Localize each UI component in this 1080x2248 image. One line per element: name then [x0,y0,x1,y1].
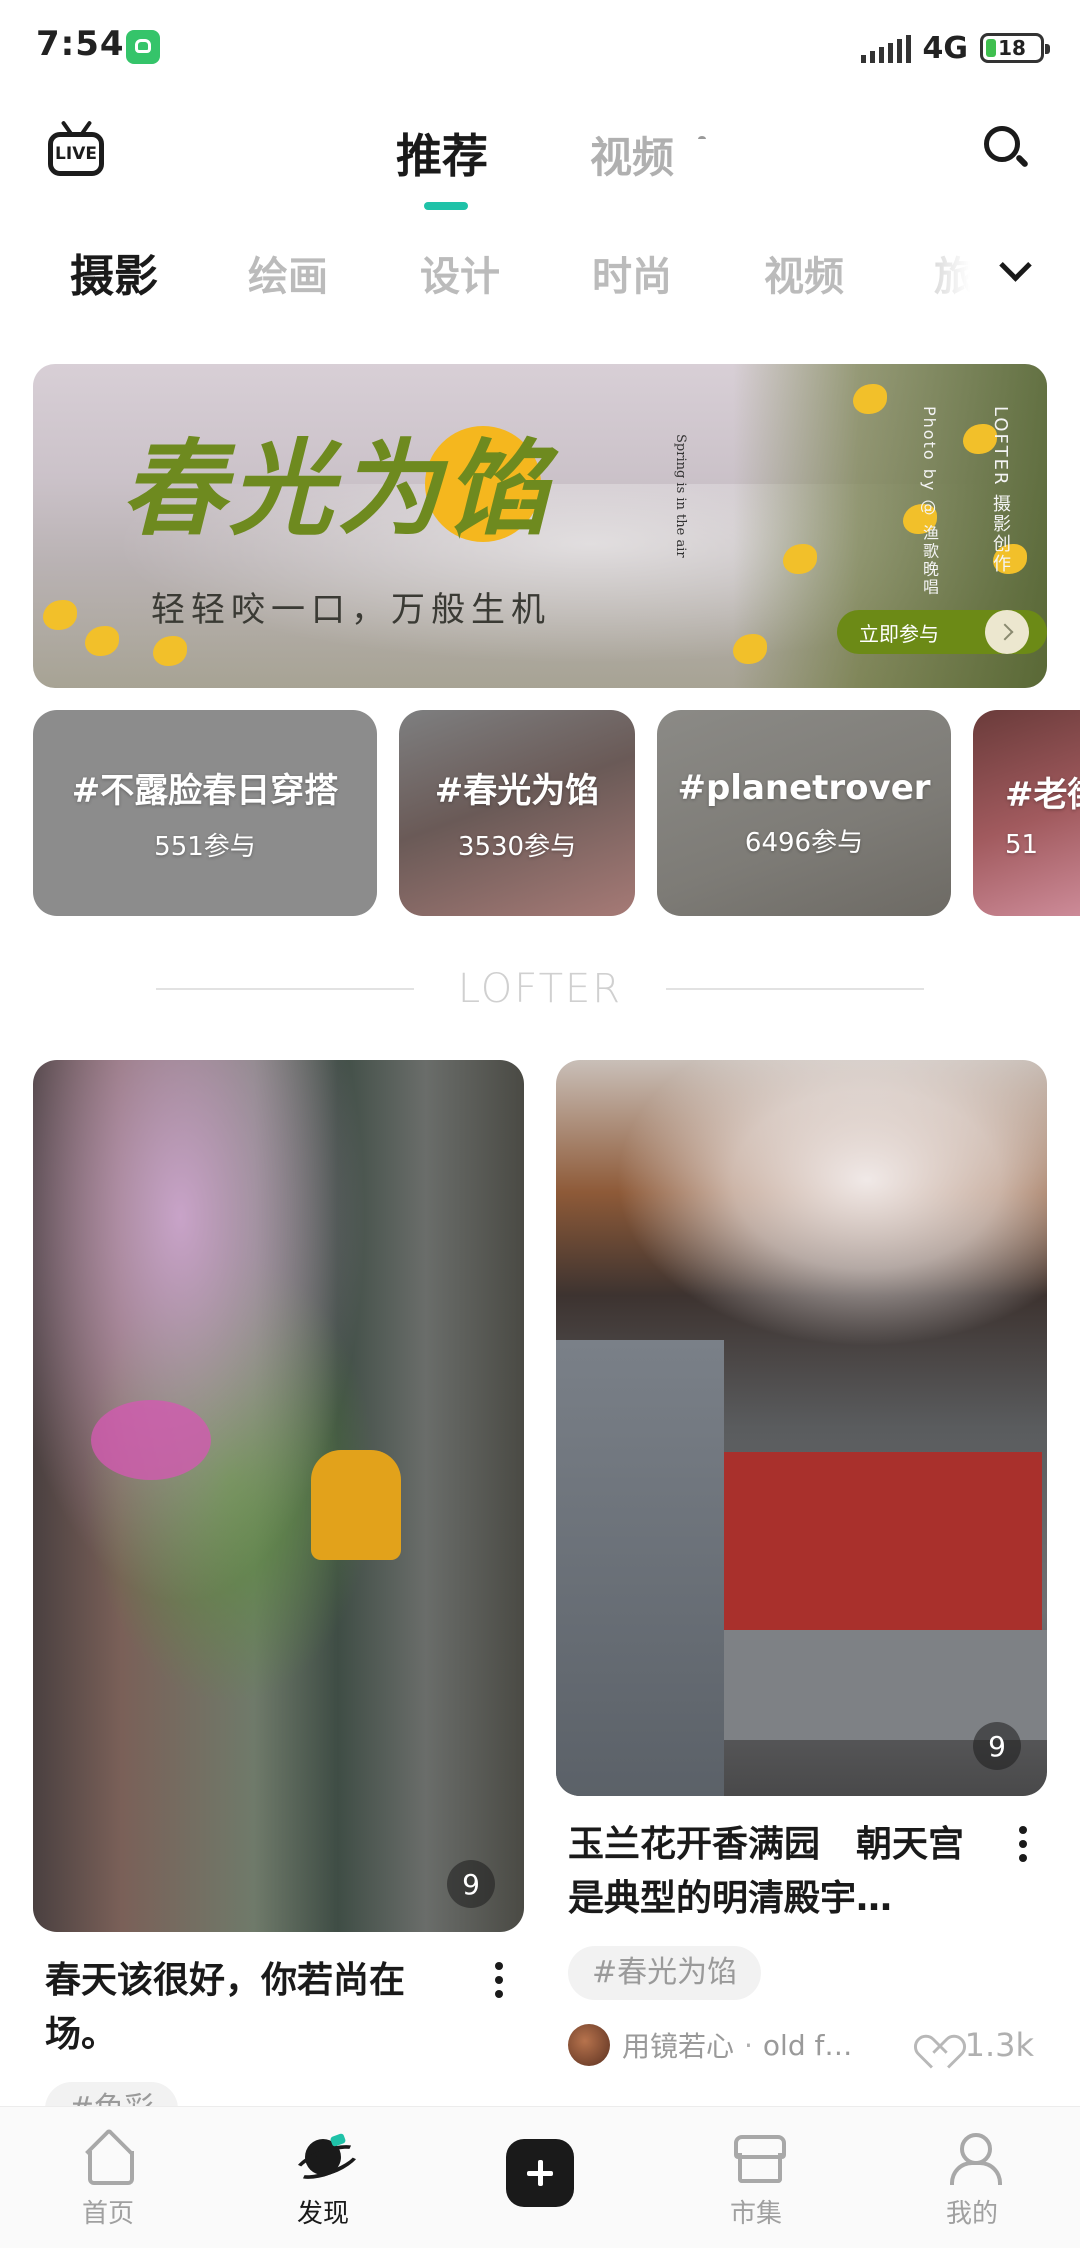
post-image[interactable] [556,1060,1047,1796]
author-handle: old f… [762,2028,853,2062]
nav-home[interactable]: 首页 [38,2107,178,2248]
divider-line [156,988,414,990]
category-tabs: 摄影 绘画 设计 时尚 视频 旅 [0,236,1080,306]
nav-label: 市集 [729,2199,782,2229]
home-icon [80,2129,136,2185]
post-image[interactable] [33,1060,524,1932]
lofter-logo: LOFTER [457,966,623,1012]
top-header: LIVE 推荐 视频 [0,96,1080,216]
chevron-down-icon[interactable] [996,252,1032,288]
topic-card[interactable]: #老街 51 [973,710,1080,916]
image-count-badge: 9 [973,1722,1021,1770]
plus-icon [506,2139,574,2207]
network-label: 4G [922,30,969,66]
nav-label: 发现 [296,2199,349,2229]
divider-line [666,988,924,990]
nav-label: 首页 [81,2199,134,2229]
banner-credit-text: Photo by @ 渔歌晚唱 [920,406,939,597]
topic-count: 51 [1005,829,1039,860]
nav-market[interactable]: 市集 [686,2107,826,2248]
nav-discover[interactable]: 发现 [253,2107,393,2248]
chevron-right-icon [985,610,1029,654]
live-label: LIVE [55,144,97,164]
store-icon [728,2129,786,2185]
status-time: 7:54 [36,24,125,64]
search-icon[interactable] [982,124,1030,172]
more-vertical-icon[interactable] [1008,1822,1038,1872]
live-tv-icon: LIVE [48,132,104,176]
status-indicators: 4G 18 [860,26,1050,70]
banner-subtitle: 轻轻咬一口，万般生机 [151,590,551,630]
heart-icon [919,2029,955,2061]
promo-banner[interactable]: 春光为馅 轻轻咬一口，万般生机 Spring is in the air LOF… [33,364,1047,688]
banner-brand-text: LOFTER 摄影创作 [990,406,1011,575]
more-vertical-icon[interactable] [484,1958,514,2008]
category-photography[interactable]: 摄影 [70,240,158,304]
post-title[interactable]: 春天该很好，你若尚在场。 [45,1954,465,2062]
tab-video[interactable]: 视频 [590,124,674,185]
app-notification-icon [126,30,160,64]
topic-count: 6496参与 [744,827,864,858]
banner-english-text: Spring is in the air [673,434,688,558]
signal-icon [860,33,911,63]
planet-icon [295,2129,351,2185]
topic-card[interactable]: #春光为馅 3530参与 [399,710,635,916]
post-author: 用镜若心 · old f… 1.3k [568,2020,1048,2070]
battery-level: 18 [998,36,1026,60]
tab-recommend[interactable]: 推荐 [396,120,488,186]
brand-divider: LOFTER [0,962,1080,1012]
battery-icon: 18 [980,33,1050,63]
author-separator: · [744,2028,753,2062]
category-design[interactable]: 设计 [420,244,500,302]
avatar[interactable] [568,2024,610,2066]
topic-name: #planetrover [677,767,931,808]
category-painting[interactable]: 绘画 [248,244,328,302]
post-title[interactable]: 玉兰花开香满园 朝天宫是典型的明清殿宇… [568,1818,978,1926]
tab-video-badge-icon [698,136,706,142]
topic-name: #不露脸春日穿搭 [71,771,339,811]
topic-carousel: #不露脸春日穿搭 551参与 #春光为馅 3530参与 #planetrover… [33,710,1080,916]
nav-create[interactable] [470,2107,610,2248]
like-button[interactable]: 1.3k [919,2026,1034,2064]
nav-mine[interactable]: 我的 [902,2107,1042,2248]
post-tag[interactable]: #春光为馅 [568,1946,762,2000]
like-count: 1.3k [964,2026,1034,2064]
join-now-button[interactable]: 立即参与 [837,610,1047,654]
banner-title: 春光为馅 [121,427,554,550]
category-fashion[interactable]: 时尚 [592,244,672,302]
status-bar: 7:54 4G 18 [0,0,1080,96]
author-name[interactable]: 用镜若心 [622,2025,734,2065]
tab-active-indicator [424,202,468,210]
person-icon [944,2129,1002,2185]
nav-label: 我的 [945,2199,998,2229]
topic-count: 3530参与 [457,832,577,862]
topic-name: #春光为馅 [434,771,600,811]
bottom-navigation: 首页 发现 市集 我的 [0,2106,1080,2248]
topic-card[interactable]: #不露脸春日穿搭 551参与 [33,710,377,916]
topic-count: 551参与 [154,832,256,862]
join-now-label: 立即参与 [859,621,939,646]
live-button[interactable]: LIVE [48,118,106,180]
topic-name: #老街 [1005,774,1080,815]
topic-card[interactable]: #planetrover 6496参与 [657,710,951,916]
image-count-badge: 9 [447,1860,495,1908]
category-video[interactable]: 视频 [764,244,844,302]
